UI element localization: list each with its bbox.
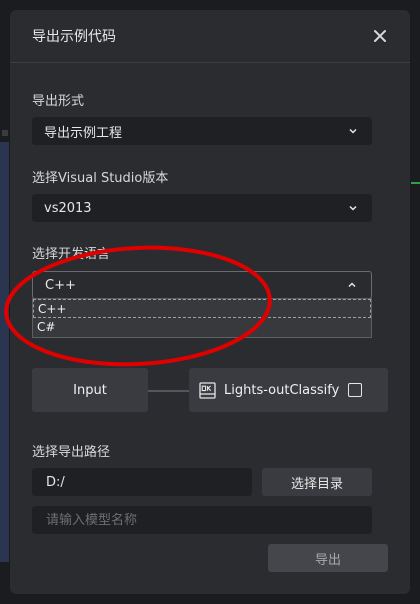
chevron-down-icon xyxy=(349,205,357,211)
classify-node-label: Lights-outClassify xyxy=(224,382,340,398)
dialog-title: 导出示例代码 xyxy=(32,29,116,45)
export-path-label: 选择导出路径 xyxy=(32,445,111,460)
classify-checkbox[interactable] xyxy=(348,383,363,397)
language-value: C++ xyxy=(45,277,76,293)
dialog-header: 导出示例代码 xyxy=(10,10,410,62)
close-button[interactable] xyxy=(368,24,392,48)
vs-version-label: 选择Visual Studio版本 xyxy=(32,171,169,186)
classify-node[interactable]: Lights-outClassify xyxy=(189,368,388,412)
export-form-value: 导出示例工程 xyxy=(44,125,123,141)
language-option-csharp[interactable]: C# xyxy=(33,318,371,337)
background-element xyxy=(2,130,8,136)
chevron-up-icon xyxy=(348,282,356,288)
language-label: 选择开发语言 xyxy=(32,247,111,262)
export-form-select[interactable]: 导出示例工程 xyxy=(32,117,372,145)
background-panel xyxy=(0,142,10,562)
background-indicator-line xyxy=(410,182,420,184)
export-form-label: 导出形式 xyxy=(32,94,85,109)
close-icon xyxy=(374,30,386,42)
chevron-down-icon xyxy=(349,128,357,134)
browse-directory-button[interactable]: 选择目录 xyxy=(262,468,372,496)
browse-directory-label: 选择目录 xyxy=(290,476,343,492)
input-node[interactable]: Input xyxy=(32,368,148,412)
export-button[interactable]: 导出 xyxy=(268,544,388,572)
export-button-label: 导出 xyxy=(314,552,341,568)
language-select[interactable]: C++ xyxy=(32,271,372,299)
language-option-cpp[interactable]: C++ xyxy=(33,299,371,318)
input-node-label: Input xyxy=(73,382,107,398)
export-path-value: D:/ xyxy=(46,474,65,490)
node-connector xyxy=(148,390,190,392)
model-name-input[interactable] xyxy=(32,506,372,534)
export-path-input[interactable]: D:/ xyxy=(32,468,252,496)
language-dropdown: C++ C# xyxy=(32,298,372,338)
vs-version-select[interactable]: vs2013 xyxy=(32,194,372,222)
header-divider xyxy=(10,62,410,63)
export-sample-dialog: 导出示例代码 导出形式 导出示例工程 选择Visual Studio版本 vs2… xyxy=(10,10,410,594)
ok-icon xyxy=(199,381,216,399)
vs-version-value: vs2013 xyxy=(44,200,92,216)
